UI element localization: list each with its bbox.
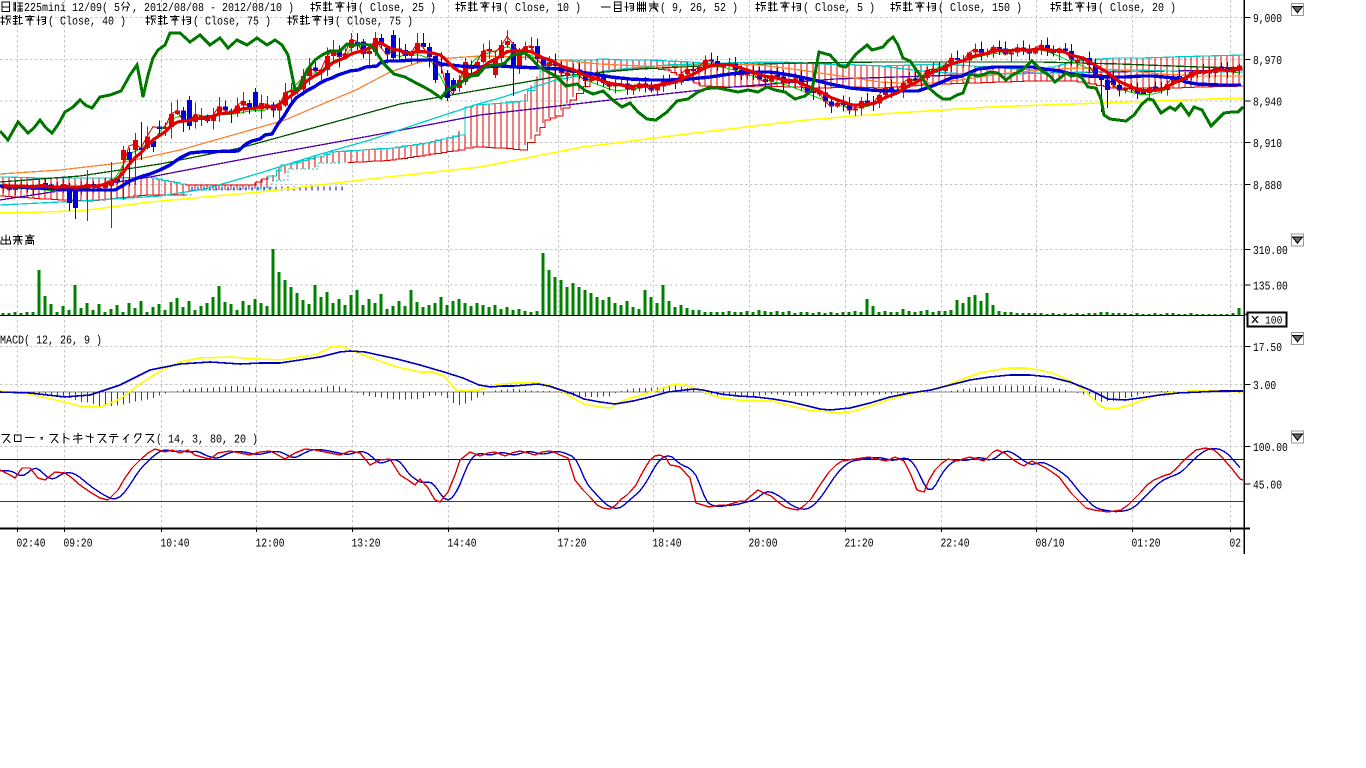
svg-text:8,910: 8,910 bbox=[1253, 137, 1282, 151]
svg-text:( Close, 10 ): ( Close, 10 ) bbox=[503, 1, 581, 15]
svg-text:10:40: 10:40 bbox=[161, 537, 190, 551]
svg-text:45.00: 45.00 bbox=[1253, 478, 1282, 492]
svg-text:18:40: 18:40 bbox=[653, 537, 682, 551]
svg-text:02:40: 02:40 bbox=[17, 537, 46, 551]
svg-text:8,940: 8,940 bbox=[1253, 95, 1282, 109]
svg-text:9,000: 9,000 bbox=[1253, 12, 1282, 26]
svg-text:225mini 12/09( 5: 225mini 12/09( 5 bbox=[24, 1, 120, 15]
svg-text:100: 100 bbox=[1265, 316, 1282, 328]
svg-text:17:20: 17:20 bbox=[558, 537, 587, 551]
svg-text:MACD( 12, 26, 9 ): MACD( 12, 26, 9 ) bbox=[0, 334, 102, 348]
svg-text:02:: 02: bbox=[1230, 537, 1247, 551]
svg-text:08/10: 08/10 bbox=[1036, 537, 1065, 551]
svg-text:( Close, 20 ): ( Close, 20 ) bbox=[1098, 1, 1176, 15]
svg-text:( Close, 25 ): ( Close, 25 ) bbox=[358, 1, 436, 15]
svg-text:100.00: 100.00 bbox=[1253, 441, 1288, 455]
svg-text:22:40: 22:40 bbox=[941, 537, 970, 551]
svg-text:01:20: 01:20 bbox=[1132, 537, 1161, 551]
svg-text:21:20: 21:20 bbox=[845, 537, 874, 551]
svg-text:3.00: 3.00 bbox=[1253, 379, 1276, 393]
svg-text:( Close, 75 ): ( Close, 75 ) bbox=[335, 15, 413, 29]
svg-text:( 9, 26, 52 ): ( 9, 26, 52 ) bbox=[660, 1, 738, 15]
svg-text:14:40: 14:40 bbox=[448, 537, 477, 551]
svg-text:( 14, 3, 80, 20 ): ( 14, 3, 80, 20 ) bbox=[156, 433, 258, 447]
svg-text:( Close, 40 ): ( Close, 40 ) bbox=[48, 15, 126, 29]
svg-text:, 2012/08/08 - 2012/08/10 ): , 2012/08/08 - 2012/08/10 ) bbox=[132, 1, 294, 15]
svg-text:20:00: 20:00 bbox=[749, 537, 778, 551]
svg-text:8,880: 8,880 bbox=[1253, 179, 1282, 193]
svg-text:135.00: 135.00 bbox=[1253, 279, 1288, 293]
svg-text:8,970: 8,970 bbox=[1253, 54, 1282, 68]
svg-text:( Close, 75 ): ( Close, 75 ) bbox=[193, 15, 271, 29]
svg-text:09:20: 09:20 bbox=[64, 537, 93, 551]
svg-text:310.00: 310.00 bbox=[1253, 244, 1288, 258]
svg-text:13:20: 13:20 bbox=[352, 537, 381, 551]
svg-text:( Close, 150 ): ( Close, 150 ) bbox=[938, 1, 1022, 15]
svg-text:( Close, 5 ): ( Close, 5 ) bbox=[803, 1, 875, 15]
svg-text:12:00: 12:00 bbox=[256, 537, 285, 551]
svg-text:17.50: 17.50 bbox=[1253, 341, 1282, 355]
